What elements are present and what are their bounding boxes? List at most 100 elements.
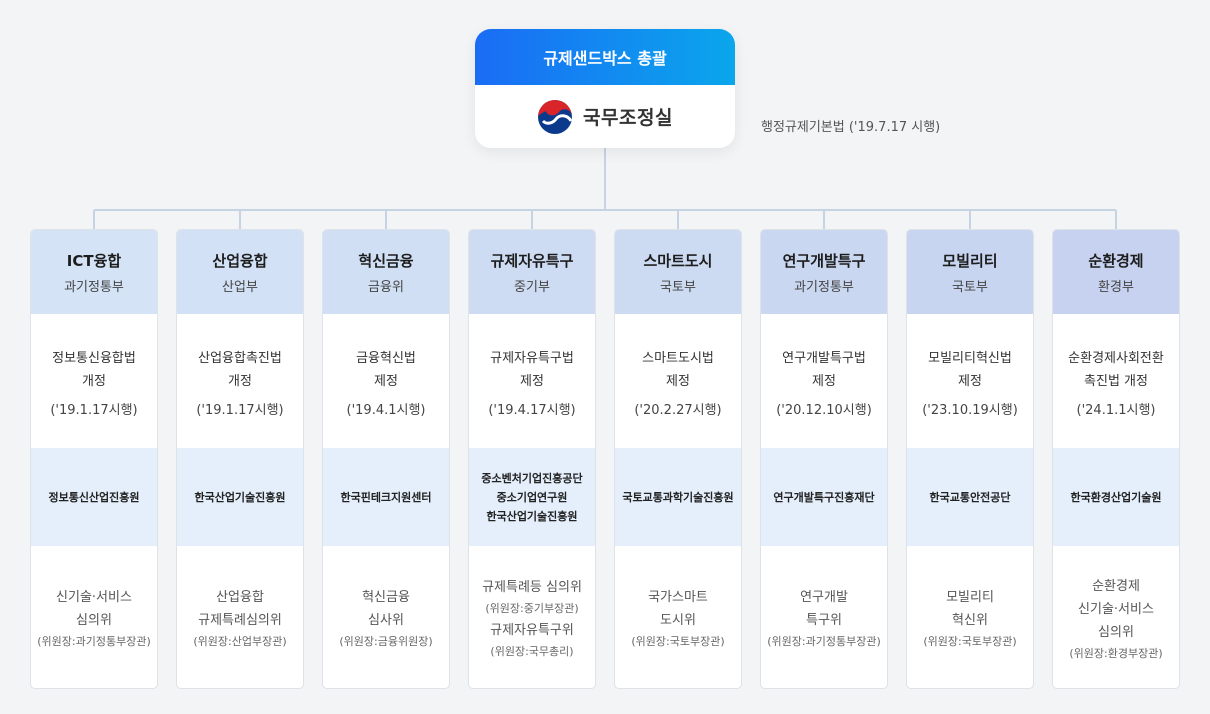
- agency-name: 한국핀테크지원센터: [340, 490, 432, 504]
- committee-chair: (위원장:금융위원장): [339, 635, 433, 648]
- program-title: 연구개발특구: [782, 251, 866, 270]
- program-header: 산업융합산업부: [177, 230, 303, 314]
- program-ministry: 국토부: [952, 279, 988, 295]
- program-column: 모빌리티 국토부 모빌리티혁신법 제정 ('23.10.19시행) 한국교통안전공단 모빌…: [906, 229, 1034, 689]
- committee-chair: (위원장:과기정통부장관): [767, 635, 881, 648]
- program-ministry: 환경부: [1098, 279, 1134, 295]
- program-column: 산업융합 산업부 산업융합촉진법 개정 ('19.1.17시행) 한국산업기술진흥원 산업…: [176, 229, 304, 689]
- government-emblem-icon: [538, 99, 573, 134]
- agency-name: 국토교통과학기술진흥원: [622, 490, 734, 504]
- program-header: 규제자유특구중기부: [469, 230, 595, 314]
- program-title: 산업융합: [212, 251, 268, 270]
- program-column: 규제자유특구 중기부 규제자유특구법 제정 ('19.4.17시행) 중소벤처기업진흥공…: [468, 229, 596, 689]
- program-committee: 산업융합 규제특례심의위 (위원장:산업부장관): [177, 546, 303, 688]
- law-date: ('19.1.17시행): [196, 402, 284, 418]
- law-date: ('23.10.19시행): [922, 402, 1018, 418]
- committee-name: 심의위: [1098, 624, 1134, 640]
- committee-name: 신기술·서비스: [1078, 601, 1154, 617]
- agency-name: 중소벤처기업진흥공단: [481, 471, 583, 485]
- committee-chair: (위원장:과기정통부장관): [37, 635, 151, 648]
- agency-name: 한국교통안전공단: [929, 490, 1011, 504]
- committee-name: 도시위: [660, 613, 696, 628]
- program-committee: 규제특례등 심의위 (위원장:중기부장관) 규제자유특구위 (위원장:국무총리): [469, 546, 595, 688]
- committee-name: 순환경제: [1092, 578, 1140, 594]
- program-title: 모빌리티: [942, 251, 998, 270]
- program-ministry: 산업부: [222, 279, 258, 295]
- committee-chair: (위원장:국무총리): [490, 645, 574, 658]
- program-title: 규제자유특구: [490, 251, 574, 270]
- committee-name: 심사위: [368, 613, 404, 628]
- law-name: 정보통신융합법 개정: [52, 350, 136, 389]
- agency-name: 중소기업연구원: [496, 490, 568, 504]
- law-date: ('19.1.17시행): [50, 402, 138, 418]
- committee-chair: (위원장:산업부장관): [193, 635, 287, 648]
- agency-name: 연구개발특구진흥재단: [773, 490, 875, 504]
- committee-name: 모빌리티: [946, 590, 994, 605]
- program-column: 순환경제 환경부 순환경제사회전환 촉진법 개정 ('24.1.1시행) 한국환경산업기…: [1052, 229, 1180, 689]
- program-law: 금융혁신법 제정 ('19.4.1시행): [323, 314, 449, 448]
- agency-name: 정보통신산업진흥원: [48, 490, 140, 504]
- committee-name: 신기술·서비스: [56, 590, 132, 605]
- program-header: ICT융합과기정통부: [31, 230, 157, 314]
- program-agency: 연구개발특구진흥재단: [761, 448, 887, 546]
- program-column: 스마트도시 국토부스마트도시법 제정 ('20.2.27시행) 국토교통과학기술진흥원…: [614, 229, 742, 689]
- program-column: 혁신금융 금융위 금융혁신법 제정 ('19.4.1시행) 한국핀테크지원센터 혁신금융 심…: [322, 229, 450, 689]
- program-committee: 모빌리티혁신위 (위원장:국토부장관): [907, 546, 1033, 688]
- program-ministry: 과기정통부: [794, 279, 854, 295]
- program-title: 혁신금융: [358, 251, 414, 270]
- program-agency: 중소벤처기업진흥공단중소기업연구원한국산업기술진흥원: [469, 448, 595, 546]
- committee-chair: (위원장:중기부장관): [485, 602, 579, 615]
- committee-name: 혁신금융: [362, 590, 410, 605]
- committee-name: 규제자유특구위: [490, 623, 574, 638]
- law-date: ('20.12.10시행): [776, 402, 872, 418]
- program-law: 순환경제사회전환 촉진법 개정 ('24.1.1시행): [1053, 314, 1179, 448]
- program-header: 순환경제환경부: [1053, 230, 1179, 314]
- program-title: ICT융합: [66, 251, 122, 270]
- program-committee: 국가스마트 도시위 (위원장:국토부장관): [615, 546, 741, 688]
- committee-chair: (위원장:국토부장관): [923, 635, 1017, 648]
- program-agency: 정보통신산업진흥원: [31, 448, 157, 546]
- program-agency: 한국산업기술진흥원: [177, 448, 303, 546]
- law-name: 순환경제사회전환 촉진법 개정: [1068, 350, 1164, 389]
- law-name: 규제자유특구법 제정: [490, 350, 574, 389]
- agency-name: 한국산업기술진흥원: [486, 509, 578, 523]
- law-date: ('24.1.1시행): [1076, 402, 1156, 418]
- program-column: 연구개발특구과기정통부연구개발특구법 제정 ('20.12.10시행) 연구개발특구…: [760, 229, 888, 689]
- program-committee: 혁신금융심사위 (위원장:금융위원장): [323, 546, 449, 688]
- top-title: 규제샌드박스 총괄: [475, 29, 735, 85]
- program-ministry: 과기정통부: [64, 279, 124, 295]
- committee-name: 특구위: [806, 613, 842, 628]
- program-ministry: 중기부: [514, 279, 550, 295]
- program-header: 혁신금융금융위: [323, 230, 449, 314]
- program-title: 스마트도시: [643, 251, 713, 270]
- committee-name: 규제특례등 심의위: [482, 580, 582, 595]
- program-agency: 국토교통과학기술진흥원: [615, 448, 741, 546]
- committee-name: 산업융합: [216, 590, 264, 605]
- law-date: ('19.4.1시행): [346, 402, 426, 418]
- committee-chair: (위원장:국토부장관): [631, 635, 725, 648]
- law-date: ('20.2.27시행): [634, 402, 722, 418]
- program-header: 스마트도시 국토부: [615, 230, 741, 314]
- law-name: 연구개발특구법 제정: [782, 350, 866, 389]
- law-name: 모빌리티혁신법 제정: [928, 350, 1012, 389]
- top-org-name: 국무조정실: [583, 107, 673, 129]
- program-agency: 한국교통안전공단: [907, 448, 1033, 546]
- program-committee: 연구개발 특구위 (위원장:과기정통부장관): [761, 546, 887, 688]
- law-name: 스마트도시법 제정: [642, 350, 714, 389]
- agency-name: 한국환경산업기술원: [1070, 490, 1162, 504]
- agency-name: 한국산업기술진흥원: [194, 490, 286, 504]
- program-title: 순환경제: [1088, 251, 1144, 270]
- law-name: 산업융합촉진법 개정: [198, 350, 282, 389]
- committee-name: 혁신위: [952, 613, 988, 628]
- program-header: 모빌리티국토부: [907, 230, 1033, 314]
- program-committee: 신기술·서비스 심의위 (위원장:과기정통부장관): [31, 546, 157, 688]
- program-law: 산업융합촉진법 개정 ('19.1.17시행): [177, 314, 303, 448]
- committee-chair: (위원장:환경부장관): [1069, 646, 1163, 660]
- top-org-card: 규제샌드박스 총괄 국무조정실: [475, 29, 735, 148]
- program-law: 스마트도시법 제정 ('20.2.27시행): [615, 314, 741, 448]
- program-law: 정보통신융합법 개정 ('19.1.17시행): [31, 314, 157, 448]
- program-law: 규제자유특구법 제정 ('19.4.17시행): [469, 314, 595, 448]
- program-agency: 한국핀테크지원센터: [323, 448, 449, 546]
- program-ministry: 금융위: [368, 279, 404, 295]
- top-law-note: 행정규제기본법 ('19.7.17 시행): [761, 120, 941, 135]
